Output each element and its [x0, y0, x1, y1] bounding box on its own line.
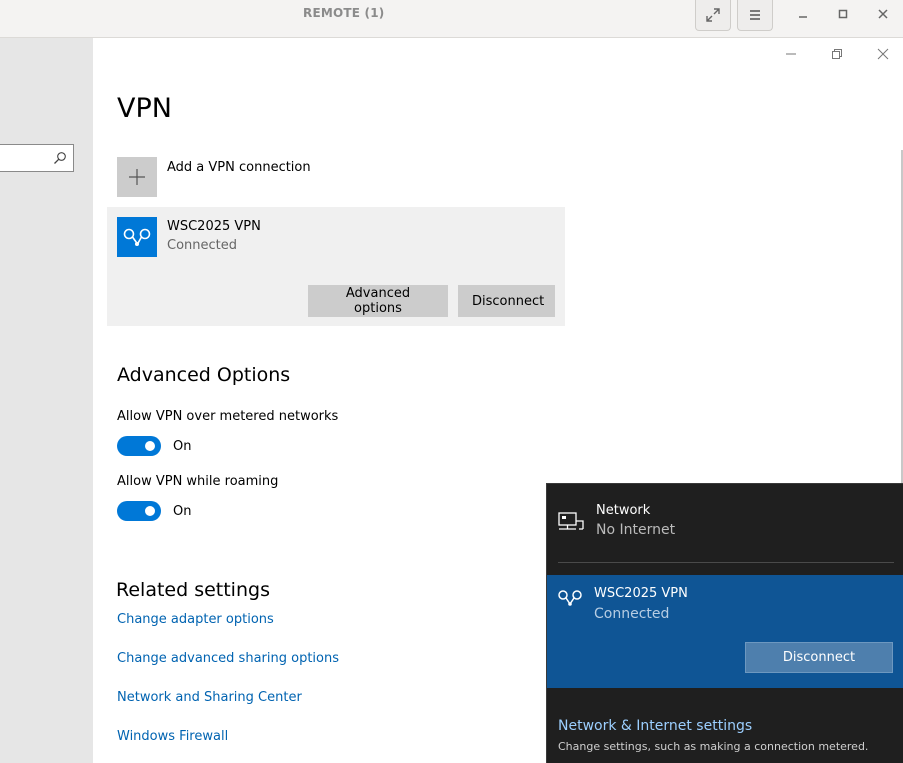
roaming-label: Allow VPN while roaming	[117, 474, 279, 489]
settings-restore-button[interactable]	[828, 45, 846, 63]
settings-minimize-button[interactable]	[782, 45, 800, 63]
vpn-icon	[123, 228, 151, 246]
flyout-vpn-item[interactable]: WSC2025 VPN Connected Disconnect	[547, 575, 903, 688]
change-sharing-options-link[interactable]: Change advanced sharing options	[117, 651, 339, 666]
roaming-state: On	[173, 504, 192, 519]
network-name: Network	[596, 503, 651, 518]
vpn-connection-card[interactable]: WSC2025 VPN Connected Advanced options D…	[107, 207, 565, 326]
metered-toggle[interactable]	[117, 436, 161, 456]
remote-titlebar: REMOTE (1)	[0, 0, 903, 38]
remote-minimize-button[interactable]	[795, 6, 811, 22]
settings-close-button[interactable]	[874, 45, 892, 63]
roaming-toggle[interactable]	[117, 501, 161, 521]
windows-firewall-link[interactable]: Windows Firewall	[117, 729, 228, 744]
fullscreen-icon	[706, 8, 720, 22]
network-internet-settings-link[interactable]: Network & Internet settings	[558, 718, 752, 734]
advanced-options-button[interactable]: Advanced options	[308, 285, 448, 317]
vpn-tile	[117, 217, 157, 257]
divider	[558, 562, 894, 563]
maximize-icon	[838, 9, 848, 19]
flyout-vpn-status: Connected	[594, 606, 670, 622]
menu-button[interactable]	[737, 0, 773, 31]
search-input[interactable]	[0, 144, 74, 172]
network-status: No Internet	[596, 522, 676, 538]
network-icon	[558, 512, 584, 530]
add-vpn-label[interactable]: Add a VPN connection	[167, 160, 311, 175]
restore-icon	[832, 49, 842, 59]
close-icon	[878, 9, 888, 19]
disconnect-button[interactable]: Disconnect	[458, 285, 555, 317]
advanced-options-title: Advanced Options	[117, 364, 291, 386]
close-icon	[877, 48, 889, 60]
minimize-icon	[799, 16, 807, 18]
page-title: VPN	[117, 93, 172, 124]
toggle-knob	[145, 506, 155, 516]
menu-icon	[750, 10, 760, 20]
vpn-name: WSC2025 VPN	[167, 219, 261, 234]
minimize-icon	[786, 53, 796, 55]
fullscreen-button[interactable]	[695, 0, 731, 31]
network-item[interactable]	[558, 512, 584, 538]
flyout-disconnect-button[interactable]: Disconnect	[745, 642, 893, 673]
plus-icon	[129, 169, 145, 185]
network-settings-description: Change settings, such as making a connec…	[558, 740, 869, 753]
metered-state: On	[173, 439, 192, 454]
remote-maximize-button[interactable]	[835, 6, 851, 22]
related-settings-title: Related settings	[116, 579, 270, 601]
network-flyout: Network No Internet WSC2025 VPN Connecte…	[546, 483, 903, 763]
remote-close-button[interactable]	[875, 6, 891, 22]
flyout-vpn-name: WSC2025 VPN	[594, 586, 688, 601]
search-icon	[54, 152, 66, 164]
vpn-icon	[558, 590, 582, 606]
remote-title: REMOTE (1)	[303, 6, 385, 20]
settings-sidebar	[0, 38, 93, 763]
add-vpn-button[interactable]	[117, 157, 157, 197]
change-adapter-options-link[interactable]: Change adapter options	[117, 612, 274, 627]
metered-label: Allow VPN over metered networks	[117, 409, 339, 424]
toggle-knob	[145, 441, 155, 451]
network-sharing-center-link[interactable]: Network and Sharing Center	[117, 690, 302, 705]
vpn-status: Connected	[167, 238, 238, 253]
